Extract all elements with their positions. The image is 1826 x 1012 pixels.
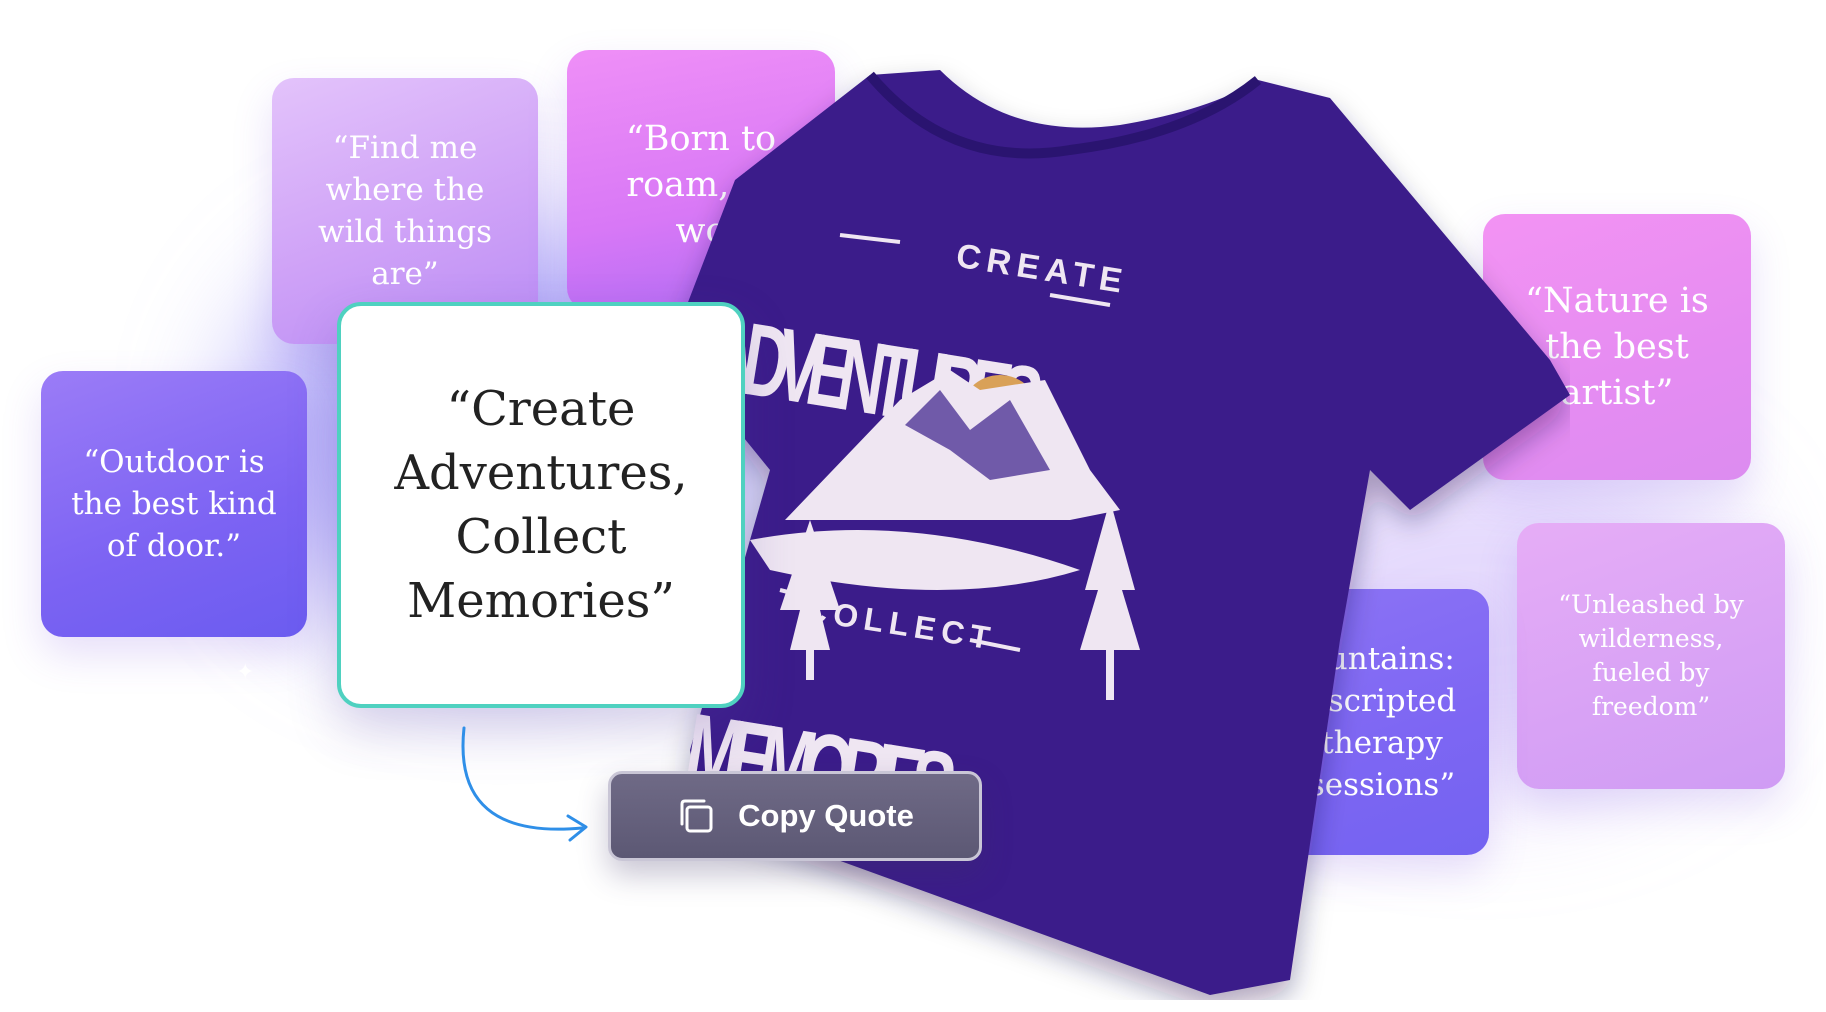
quote-text: “Unleashed by wilderness, fueled by free… [1558, 590, 1744, 721]
copy-icon [680, 799, 713, 833]
curved-arrow-icon [461, 726, 588, 842]
quote-text: “Outdoor is the best kind of door.” [71, 444, 277, 564]
copy-quote-label: Copy Quote [738, 798, 914, 833]
copy-quote-button[interactable]: Copy Quote [608, 771, 982, 861]
sparkle-icon: ✦ [236, 660, 255, 685]
selected-quote-card[interactable]: “Create Adventures, Collect Memories” [337, 302, 745, 708]
quote-text: “Find me where the wild things are” [317, 130, 493, 292]
selected-quote-text: “Create Adventures, Collect Memories” [394, 381, 688, 629]
quote-card-outdoor[interactable]: “Outdoor is the best kind of door.” [41, 371, 307, 637]
sparkle-icon: ✦ [206, 698, 215, 709]
